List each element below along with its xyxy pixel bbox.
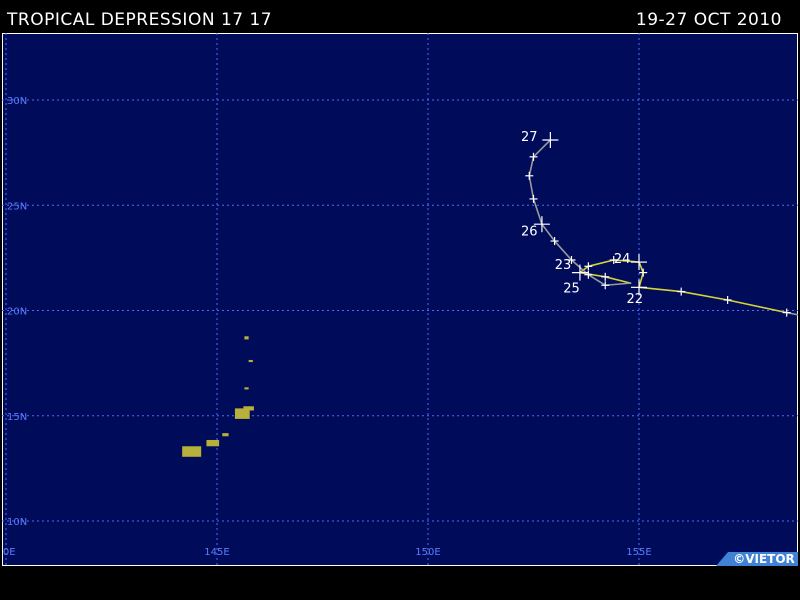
credit-badge: ©VIETOR — [716, 552, 798, 566]
track-map: 40E145E150E155E160E165E170E175E10N15N20N… — [0, 33, 800, 566]
island — [182, 446, 202, 457]
longitude-label: 150E — [415, 547, 440, 558]
island — [244, 387, 249, 390]
latitude-label: 30N — [7, 96, 27, 107]
island — [206, 439, 220, 447]
footer-bar — [0, 566, 800, 600]
day-label: 27 — [521, 130, 538, 145]
track-map-svg: 40E145E150E155E160E165E170E175E10N15N20N… — [0, 33, 800, 566]
day-label: 26 — [521, 225, 538, 240]
latitude-label: 10N — [7, 517, 27, 528]
latitude-label: 20N — [7, 307, 27, 318]
longitude-label: 155E — [626, 547, 651, 558]
day-label: 22 — [627, 292, 644, 307]
latitude-label: 15N — [7, 412, 27, 423]
day-label: 24 — [614, 252, 631, 267]
latitude-label: 25N — [7, 201, 27, 212]
day-label: 23 — [555, 258, 572, 273]
header-bar: TROPICAL DEPRESSION 17 17 19-27 OCT 2010 — [0, 0, 800, 33]
island — [244, 336, 249, 340]
island — [243, 406, 254, 411]
island — [248, 359, 253, 363]
longitude-label: 40E — [2, 547, 16, 558]
map-title: TROPICAL DEPRESSION 17 17 — [7, 10, 273, 30]
day-label: 25 — [563, 281, 580, 296]
longitude-label: 145E — [204, 547, 229, 558]
credit-text: ©VIETOR — [733, 552, 795, 566]
ocean-background — [2, 33, 798, 566]
date-range: 19-27 OCT 2010 — [635, 10, 782, 30]
island — [222, 433, 229, 437]
